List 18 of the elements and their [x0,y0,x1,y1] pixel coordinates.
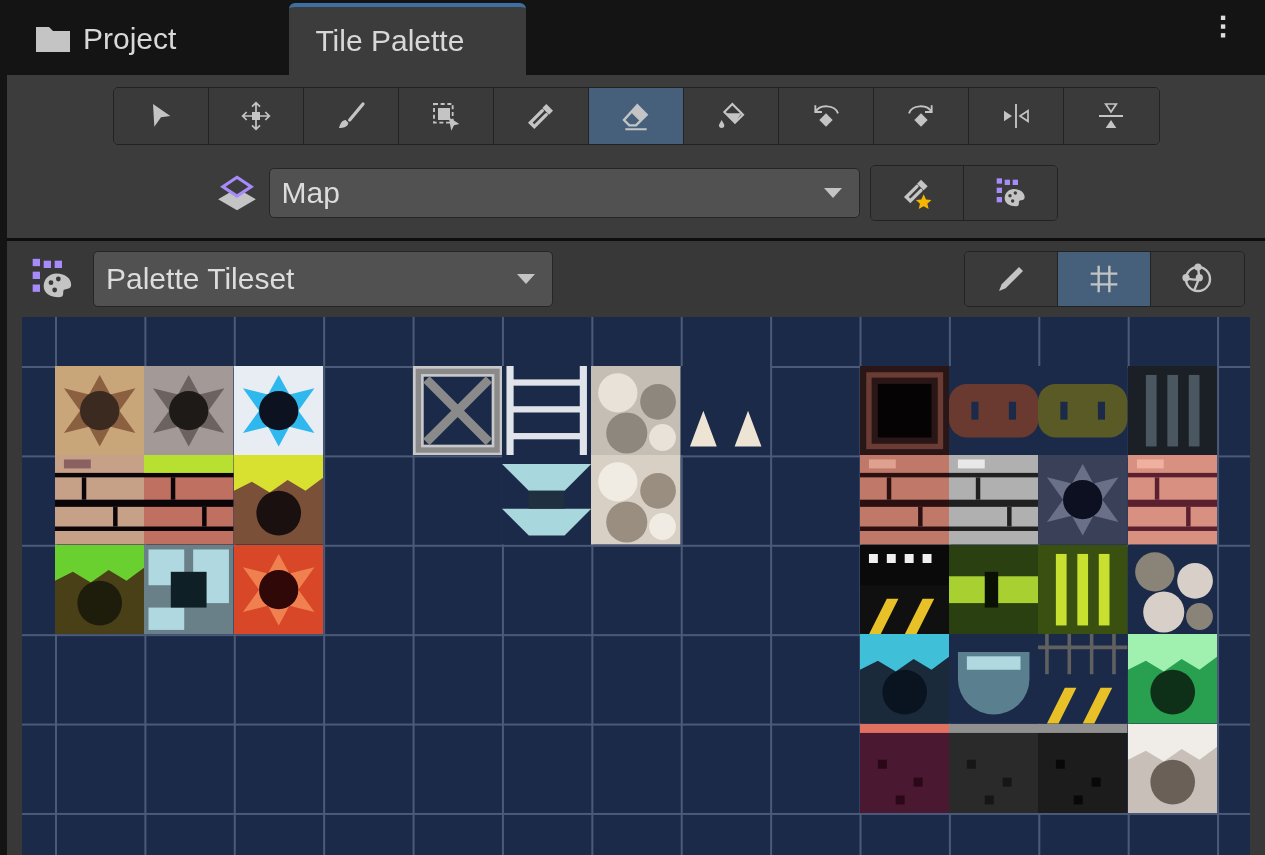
pick-favorite-button[interactable] [870,166,964,220]
eraser-tool-button[interactable] [588,88,684,144]
sphere-icon [1181,263,1214,295]
palette-tiles-icon [994,177,1026,209]
move-arrows-icon [239,100,272,132]
folder-icon [35,25,71,53]
active-target-dropdown[interactable]: Map [268,168,860,218]
tile-grid[interactable] [22,317,1250,855]
select-tool-button[interactable] [113,88,209,144]
caret-icon [822,187,843,199]
edit-toggle-button[interactable] [965,252,1058,306]
palette-dropdown[interactable]: Palette Tileset [93,251,553,307]
panel-tab[interactable]: Tile Palette [289,3,527,75]
grid-icon [1088,263,1120,295]
more-options-icon[interactable] [1220,14,1227,40]
panel-tab[interactable]: Project [35,3,205,75]
grid-toggle-button[interactable] [1058,252,1151,306]
caret-icon [516,273,536,285]
